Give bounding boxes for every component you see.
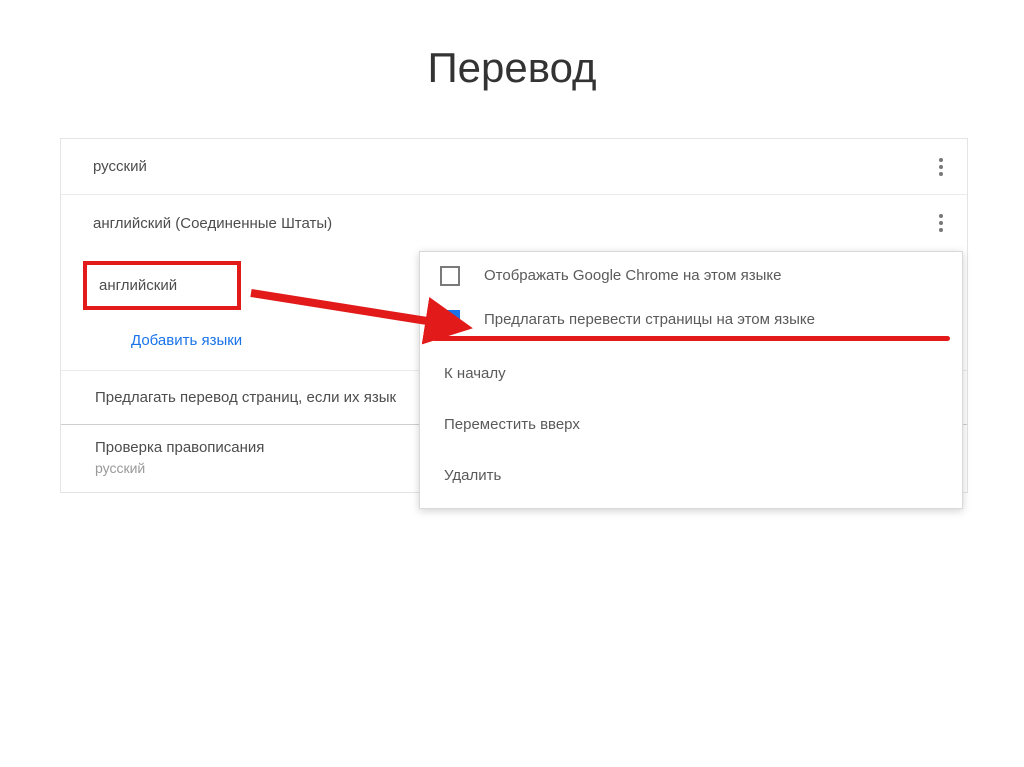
menu-item-move-up[interactable]: Переместить вверх (420, 398, 962, 449)
more-vert-icon[interactable] (925, 207, 957, 239)
page-title: Перевод (0, 0, 1024, 138)
language-row-russian: русский (61, 139, 967, 195)
menu-item-offer-translate[interactable]: Предлагать перевести страницы на этом яз… (420, 296, 962, 330)
language-context-menu: Отображать Google Chrome на этом языке П… (419, 251, 963, 509)
menu-item-delete[interactable]: Удалить (420, 449, 962, 500)
add-languages-link[interactable]: Добавить языки (131, 332, 242, 349)
highlight-underline (432, 336, 950, 341)
language-row-english-us: английский (Соединенные Штаты) (61, 195, 967, 251)
language-label: русский (93, 158, 147, 175)
menu-item-to-top[interactable]: К началу (420, 347, 962, 398)
checkbox-unchecked-icon[interactable] (440, 266, 460, 286)
more-vert-icon[interactable] (925, 151, 957, 183)
menu-item-label: Отображать Google Chrome на этом языке (484, 266, 942, 286)
checkbox-checked-icon[interactable] (440, 310, 460, 330)
menu-item-display-chrome[interactable]: Отображать Google Chrome на этом языке (420, 252, 962, 296)
language-settings-panel: русский английский (Соединенные Штаты) а… (60, 138, 968, 493)
language-english-highlight-box[interactable]: английский (83, 261, 241, 310)
language-label: английский (Соединенные Штаты) (93, 215, 332, 232)
menu-item-label: Предлагать перевести страницы на этом яз… (484, 310, 942, 330)
language-label: английский (99, 277, 177, 294)
offer-translate-label: Предлагать перевод страниц, если их язык (95, 389, 396, 406)
